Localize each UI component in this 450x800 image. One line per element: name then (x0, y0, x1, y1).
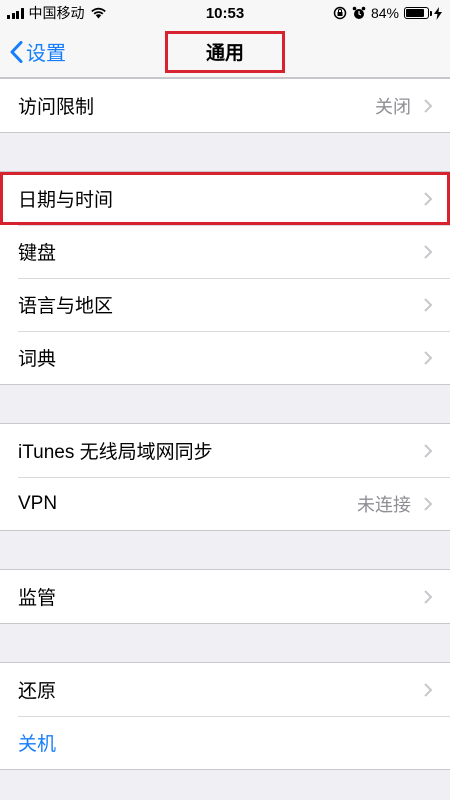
chevron-right-icon (424, 682, 433, 697)
row-label: 监管 (18, 588, 57, 609)
orientation-lock-icon (333, 6, 347, 20)
chevron-right-icon (424, 443, 433, 458)
chevron-right-icon (424, 350, 433, 365)
battery-percent: 84% (370, 5, 399, 21)
back-label: 设置 (26, 43, 66, 65)
row-keyboard[interactable]: 键盘 (0, 225, 450, 278)
row-label: 语言与地区 (18, 296, 114, 317)
group-datetime: 日期与时间 键盘 语言与地区 词典 (0, 171, 450, 385)
group-sync-vpn: iTunes 无线局域网同步 VPN 未连接 (0, 423, 450, 531)
carrier-label: 中国移动 (28, 5, 85, 21)
row-value: 未连接 (357, 494, 411, 515)
row-label: 键盘 (18, 243, 57, 264)
page-title: 通用 (165, 30, 285, 73)
shutdown-label: 关机 (18, 734, 57, 755)
chevron-right-icon (424, 244, 433, 259)
row-date-time[interactable]: 日期与时间 (0, 172, 450, 225)
group-supervision: 监管 (0, 569, 450, 624)
row-restrictions[interactable]: 访问限制 关闭 (0, 79, 450, 132)
row-label: 日期与时间 (18, 190, 114, 211)
status-right: 84% (333, 5, 442, 21)
battery-fill (406, 9, 424, 17)
status-left: 中国移动 (7, 3, 107, 23)
row-supervision[interactable]: 监管 (0, 570, 450, 623)
row-label: iTunes 无线局域网同步 (18, 442, 213, 463)
row-label: 还原 (18, 681, 57, 702)
battery-icon (404, 7, 432, 19)
nav-bar: 设置 通用 (0, 26, 450, 78)
signal-icon (7, 7, 24, 19)
wifi-icon (90, 7, 106, 19)
row-label: VPN (18, 492, 58, 514)
chevron-right-icon (424, 297, 433, 312)
status-bar: 中国移动 10:53 84% (0, 0, 450, 26)
row-vpn[interactable]: VPN 未连接 (0, 477, 450, 530)
chevron-right-icon (424, 589, 433, 604)
row-language-region[interactable]: 语言与地区 (0, 278, 450, 331)
row-label: 词典 (18, 349, 57, 370)
row-dictionary[interactable]: 词典 (0, 331, 450, 384)
row-reset[interactable]: 还原 (0, 663, 450, 716)
chevron-right-icon (424, 98, 433, 113)
group-reset-shutdown: 还原 关机 (0, 662, 450, 770)
chevron-left-icon (10, 40, 23, 63)
row-itunes-wifi-sync[interactable]: iTunes 无线局域网同步 (0, 424, 450, 477)
chevron-right-icon (424, 496, 433, 511)
back-button[interactable]: 设置 (0, 37, 66, 66)
row-shutdown[interactable]: 关机 (0, 716, 450, 769)
alarm-icon (352, 6, 366, 19)
row-value: 关闭 (375, 96, 411, 117)
row-label: 访问限制 (18, 97, 95, 118)
group-restrictions: 访问限制 关闭 (0, 78, 450, 133)
chevron-right-icon (424, 191, 433, 206)
charging-icon (434, 6, 442, 20)
